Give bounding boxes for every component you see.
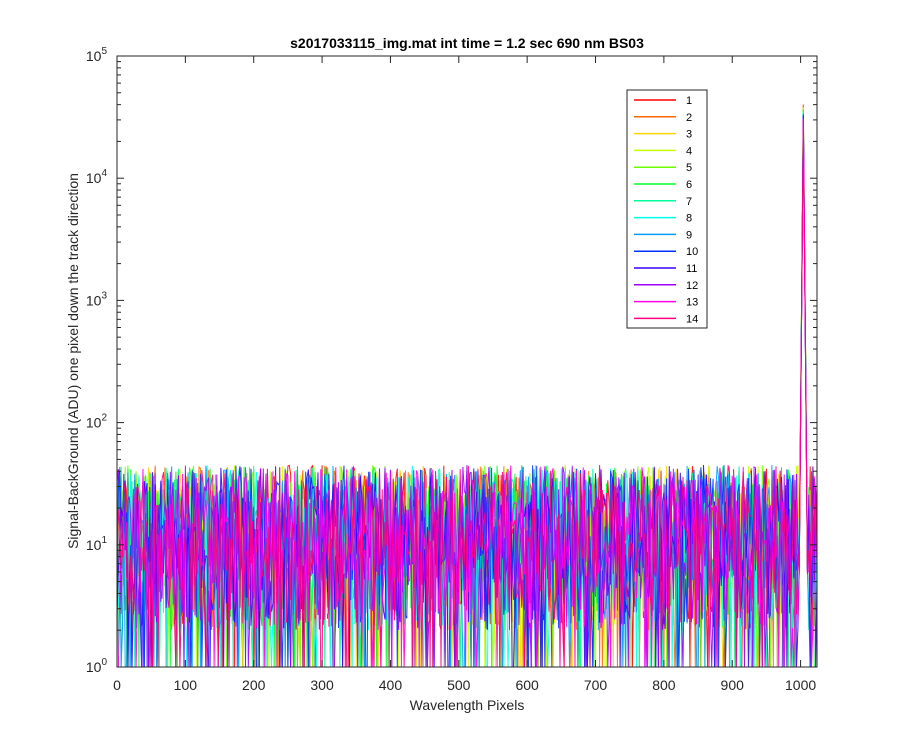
legend-label-11: 11 (686, 263, 697, 275)
y-tick-base: 10 (86, 537, 102, 553)
y-tick-exponent: 1 (101, 535, 107, 546)
x-tick-label: 600 (515, 677, 539, 693)
legend-label-14: 14 (686, 313, 698, 325)
x-tick-label: 500 (447, 677, 471, 693)
y-tick-base: 10 (86, 415, 102, 431)
legend-label-10: 10 (686, 246, 698, 258)
x-tick-label: 0 (113, 677, 121, 693)
x-tick-label: 700 (584, 677, 608, 693)
legend-label-4: 4 (686, 145, 692, 157)
y-axis-label: Signal-BackGround (ADU) one pixel down t… (65, 173, 81, 549)
legend-label-5: 5 (686, 162, 692, 174)
legend-label-3: 3 (686, 129, 692, 141)
legend-label-7: 7 (686, 196, 692, 208)
x-tick-label: 800 (652, 677, 676, 693)
legend-label-13: 13 (686, 297, 698, 309)
y-tick-exponent: 0 (101, 657, 107, 668)
y-tick-base: 10 (86, 659, 102, 675)
y-tick-base: 10 (86, 292, 102, 308)
x-axis-label: Wavelength Pixels (410, 697, 525, 713)
x-tick-label: 900 (721, 677, 745, 693)
y-tick-exponent: 4 (101, 168, 107, 179)
legend-label-9: 9 (686, 229, 692, 241)
legend-label-1: 1 (686, 95, 692, 107)
y-tick-exponent: 5 (101, 46, 107, 57)
x-tick-label: 1000 (785, 677, 816, 693)
legend-label-6: 6 (686, 179, 692, 191)
legend-box (626, 89, 708, 329)
legend-label-12: 12 (686, 280, 698, 292)
x-tick-label: 100 (174, 677, 198, 693)
x-tick-label: 300 (310, 677, 334, 693)
spectrum-chart: 0 100 200 300 400 500 600 700 800 900 1000 1001011… (0, 0, 900, 750)
y-tick-exponent: 2 (101, 413, 107, 424)
y-tick-base: 10 (86, 48, 102, 64)
y-tick-base: 10 (86, 170, 102, 186)
legend-label-2: 2 (686, 112, 692, 124)
y-tick-exponent: 3 (101, 290, 107, 301)
x-tick-label: 200 (242, 677, 266, 693)
legend-label-8: 8 (686, 213, 692, 225)
chart-title: s2017033115_img.mat int time = 1.2 sec 6… (290, 35, 644, 51)
legend: 1234567891011121314 (626, 89, 708, 329)
x-tick-label: 400 (379, 677, 403, 693)
